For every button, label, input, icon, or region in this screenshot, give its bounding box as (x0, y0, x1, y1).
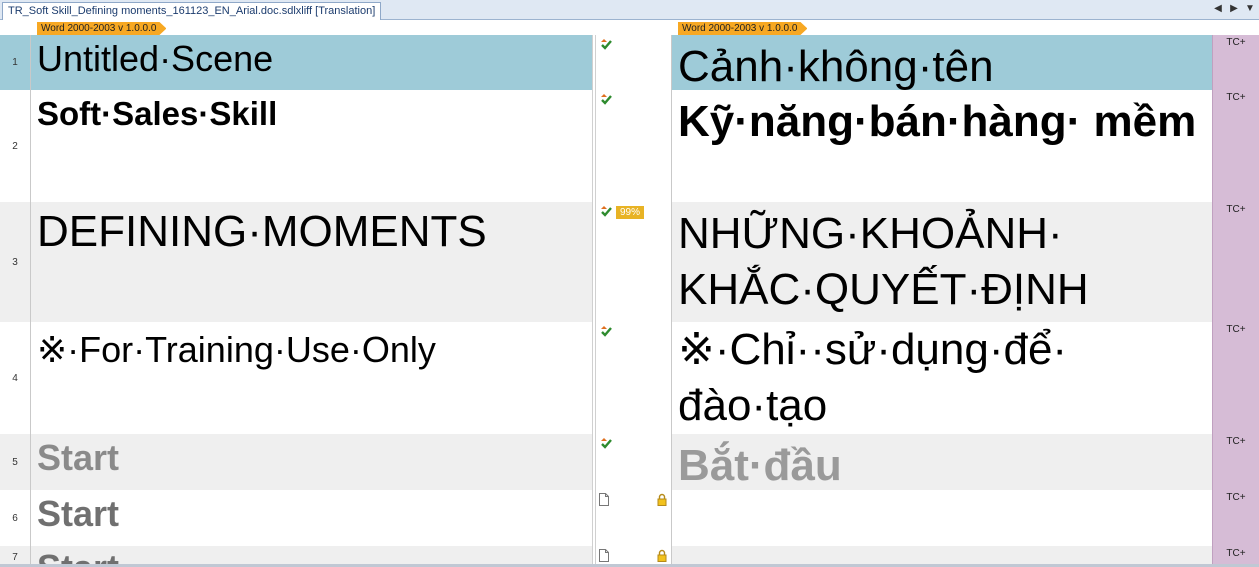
target-cell[interactable]: Kỹ·năng·bán·hàng· mềm (672, 90, 1212, 202)
source-cell[interactable]: Untitled·Scene (31, 35, 592, 90)
not-translated-document-icon (599, 549, 609, 562)
status-cell: 99% (596, 202, 672, 322)
source-text: Start (37, 437, 120, 478)
translated-confirmed-icon (601, 206, 612, 217)
track-changes-cell: TC+ (1212, 202, 1259, 322)
translated-confirmed-icon (601, 94, 612, 105)
status-cell (596, 490, 672, 546)
target-text: NHỮNG·KHOẢNH· KHẮC·QUYẾT·ĐỊNH (678, 209, 1089, 314)
target-cell[interactable]: NHỮNG·KHOẢNH· KHẮC·QUYẾT·ĐỊNH (672, 202, 1212, 322)
target-text: Bắt·đầu (678, 441, 842, 490)
track-changes-cell: TC+ (1212, 322, 1259, 434)
segment-number: 4 (0, 322, 31, 434)
source-cell[interactable]: Soft·Sales·Skill (31, 90, 592, 202)
translated-confirmed-icon (601, 39, 612, 50)
target-file-type-tag: Word 2000-2003 v 1.0.0.0 (678, 22, 807, 35)
target-text: Kỹ·năng·bán·hàng· mềm (678, 97, 1197, 146)
translated-confirmed-icon (601, 326, 612, 337)
status-cell (596, 322, 672, 434)
status-cell (596, 35, 672, 90)
source-cell[interactable]: ※·For·Training·Use·Only (31, 322, 592, 434)
tab-scroll-right-icon[interactable]: ▶ (1229, 3, 1239, 14)
segment-number: 5 (0, 434, 31, 490)
segment-number: 2 (0, 90, 31, 202)
source-text: Start (37, 493, 120, 534)
document-tab-bar: TR_Soft Skill_Defining moments_161123_EN… (0, 0, 1259, 20)
file-tag-strip (0, 20, 1259, 35)
segment-row[interactable]: 2 Soft·Sales·Skill Kỹ·năng·bán·hàng· mềm… (0, 90, 1259, 202)
tab-navigation: ◀ ▶ ▼ (1213, 3, 1255, 14)
segment-row[interactable]: 1 Untitled·Scene Cảnh·không·tên TC+ (0, 35, 1259, 90)
target-cell[interactable]: ※·Chỉ··sử·dụng·để· đào·tạo (672, 322, 1212, 434)
tab-scroll-left-icon[interactable]: ◀ (1213, 3, 1223, 14)
status-cell (596, 90, 672, 202)
target-cell[interactable]: Cảnh·không·tên (672, 35, 1212, 90)
target-text: Cảnh·không·tên (678, 42, 994, 90)
document-tab[interactable]: TR_Soft Skill_Defining moments_161123_EN… (2, 2, 382, 20)
track-changes-cell: TC+ (1212, 35, 1259, 90)
source-text: Untitled·Scene (37, 38, 274, 79)
segment-number: 3 (0, 202, 31, 322)
source-text: DEFINING·MOMENTS (37, 207, 487, 256)
target-text: ※·Chỉ··sử·dụng·để· đào·tạo (678, 325, 1068, 430)
track-changes-cell: TC+ (1212, 90, 1259, 202)
target-cell[interactable] (672, 490, 1212, 546)
source-cell[interactable]: DEFINING·MOMENTS (31, 202, 592, 322)
match-percentage-badge: 99% (616, 206, 645, 219)
lock-icon (657, 549, 667, 562)
segment-row[interactable]: 3 DEFINING·MOMENTS 99% NHỮNG·KHOẢNH· KHẮ… (0, 202, 1259, 322)
track-changes-cell: TC+ (1212, 490, 1259, 546)
source-file-type-tag: Word 2000-2003 v 1.0.0.0 (37, 22, 166, 35)
track-changes-cell: TC+ (1212, 434, 1259, 490)
segment-row[interactable]: 5 Start Bắt·đầu TC+ (0, 434, 1259, 490)
tab-list-dropdown-icon[interactable]: ▼ (1245, 3, 1255, 14)
source-cell[interactable]: Start (31, 490, 592, 546)
segment-number: 6 (0, 490, 31, 546)
lock-icon (657, 493, 667, 506)
segment-number: 1 (0, 35, 31, 90)
status-cell (596, 434, 672, 490)
segment-grid: 1 Untitled·Scene Cảnh·không·tên TC+ 2 So… (0, 35, 1259, 567)
target-cell[interactable]: Bắt·đầu (672, 434, 1212, 490)
not-translated-document-icon (599, 493, 609, 506)
segment-row[interactable]: 6 Start TC+ (0, 490, 1259, 546)
segment-row[interactable]: 4 ※·For·Training·Use·Only ※·Chỉ··sử·dụng… (0, 322, 1259, 434)
source-text: ※·For·Training·Use·Only (37, 329, 436, 370)
source-text: Soft·Sales·Skill (37, 95, 278, 132)
source-cell[interactable]: Start (31, 434, 592, 490)
translated-confirmed-icon (601, 438, 612, 449)
